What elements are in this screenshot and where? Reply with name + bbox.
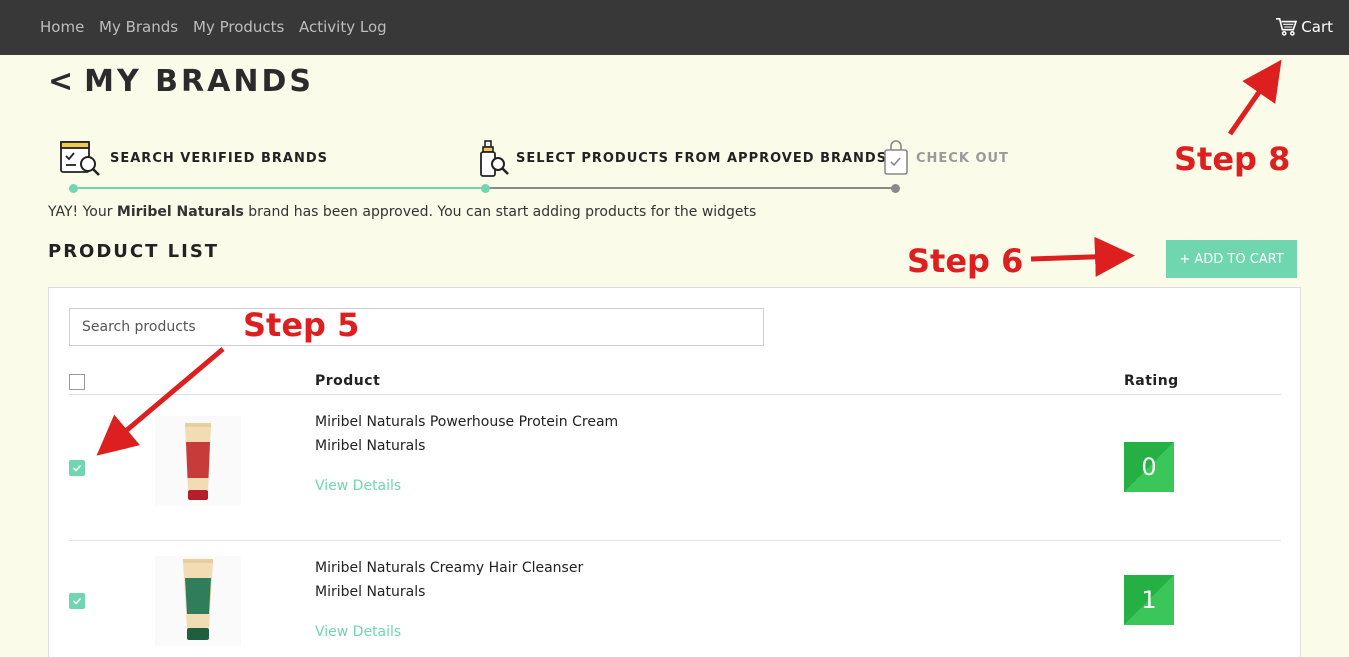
product-list-title: PRODUCT LIST [48,241,220,262]
search-products-input[interactable] [69,308,764,346]
rating-badge: 1 [1124,575,1174,625]
product-thumbnail [155,416,241,506]
product-thumbnail [155,556,241,646]
select-all-checkbox[interactable] [69,374,85,390]
row-checkbox[interactable] [69,460,85,476]
row-divider [69,540,1281,541]
product-name: Miribel Naturals Creamy Hair Cleanser [315,560,584,576]
page-title-text: MY BRANDS [84,64,314,99]
top-navbar: Home My Brands My Products Activity Log … [0,0,1349,55]
nav-activity-log[interactable]: Activity Log [299,18,387,36]
product-brand: Miribel Naturals [315,584,426,600]
step-check-out: CHECK OUT [916,151,1009,166]
annotation-step-8: Step 8 [1174,140,1291,178]
progress-dot-1 [69,183,78,193]
product-name: Miribel Naturals Powerhouse Protein Crea… [315,414,619,430]
header-divider [69,394,1281,395]
cart-button[interactable]: Cart [1275,17,1333,37]
column-header-product[interactable]: Product [315,373,380,389]
approval-suffix: brand has been approved. You can start a… [243,204,757,220]
product-list-panel: Product Rating Miribel Naturals Powerhou… [48,287,1301,657]
search-brands-icon [60,141,100,176]
step-select-products: SELECT PRODUCTS FROM APPROVED BRANDS [516,151,888,166]
progress-line-done [73,187,485,189]
page-title: < MY BRANDS [48,64,314,99]
product-brand: Miribel Naturals [315,438,426,454]
rating-badge: 0 [1124,442,1174,492]
serum-search-icon [480,140,509,177]
cart-label: Cart [1301,18,1333,36]
add-to-cart-button[interactable]: + ADD TO CART [1166,240,1297,278]
cart-icon [1276,18,1298,36]
progress-dot-2 [481,183,490,193]
progress-dot-3 [891,183,900,193]
approval-prefix: YAY! Your [48,204,117,220]
arrow-step-6 [1030,236,1135,277]
shopping-bag-icon [884,140,908,175]
annotation-step-5: Step 5 [243,306,360,344]
progress-line-pending [485,187,895,189]
nav-my-brands[interactable]: My Brands [99,18,178,36]
view-details-link[interactable]: View Details [315,478,401,494]
checkmark-icon [72,597,82,605]
back-button[interactable]: < [48,64,76,99]
approval-message: YAY! Your Miribel Naturals brand has bee… [48,204,756,220]
column-header-rating[interactable]: Rating [1124,373,1179,389]
row-checkbox[interactable] [69,593,85,609]
step-search-verified-brands: SEARCH VERIFIED BRANDS [110,151,328,166]
nav-my-products[interactable]: My Products [193,18,284,36]
annotation-step-6: Step 6 [907,242,1024,280]
arrow-step-8 [1227,59,1282,136]
nav-home[interactable]: Home [40,18,84,36]
checkmark-icon [72,464,82,472]
approval-brand: Miribel Naturals [116,204,244,220]
view-details-link[interactable]: View Details [315,624,401,640]
